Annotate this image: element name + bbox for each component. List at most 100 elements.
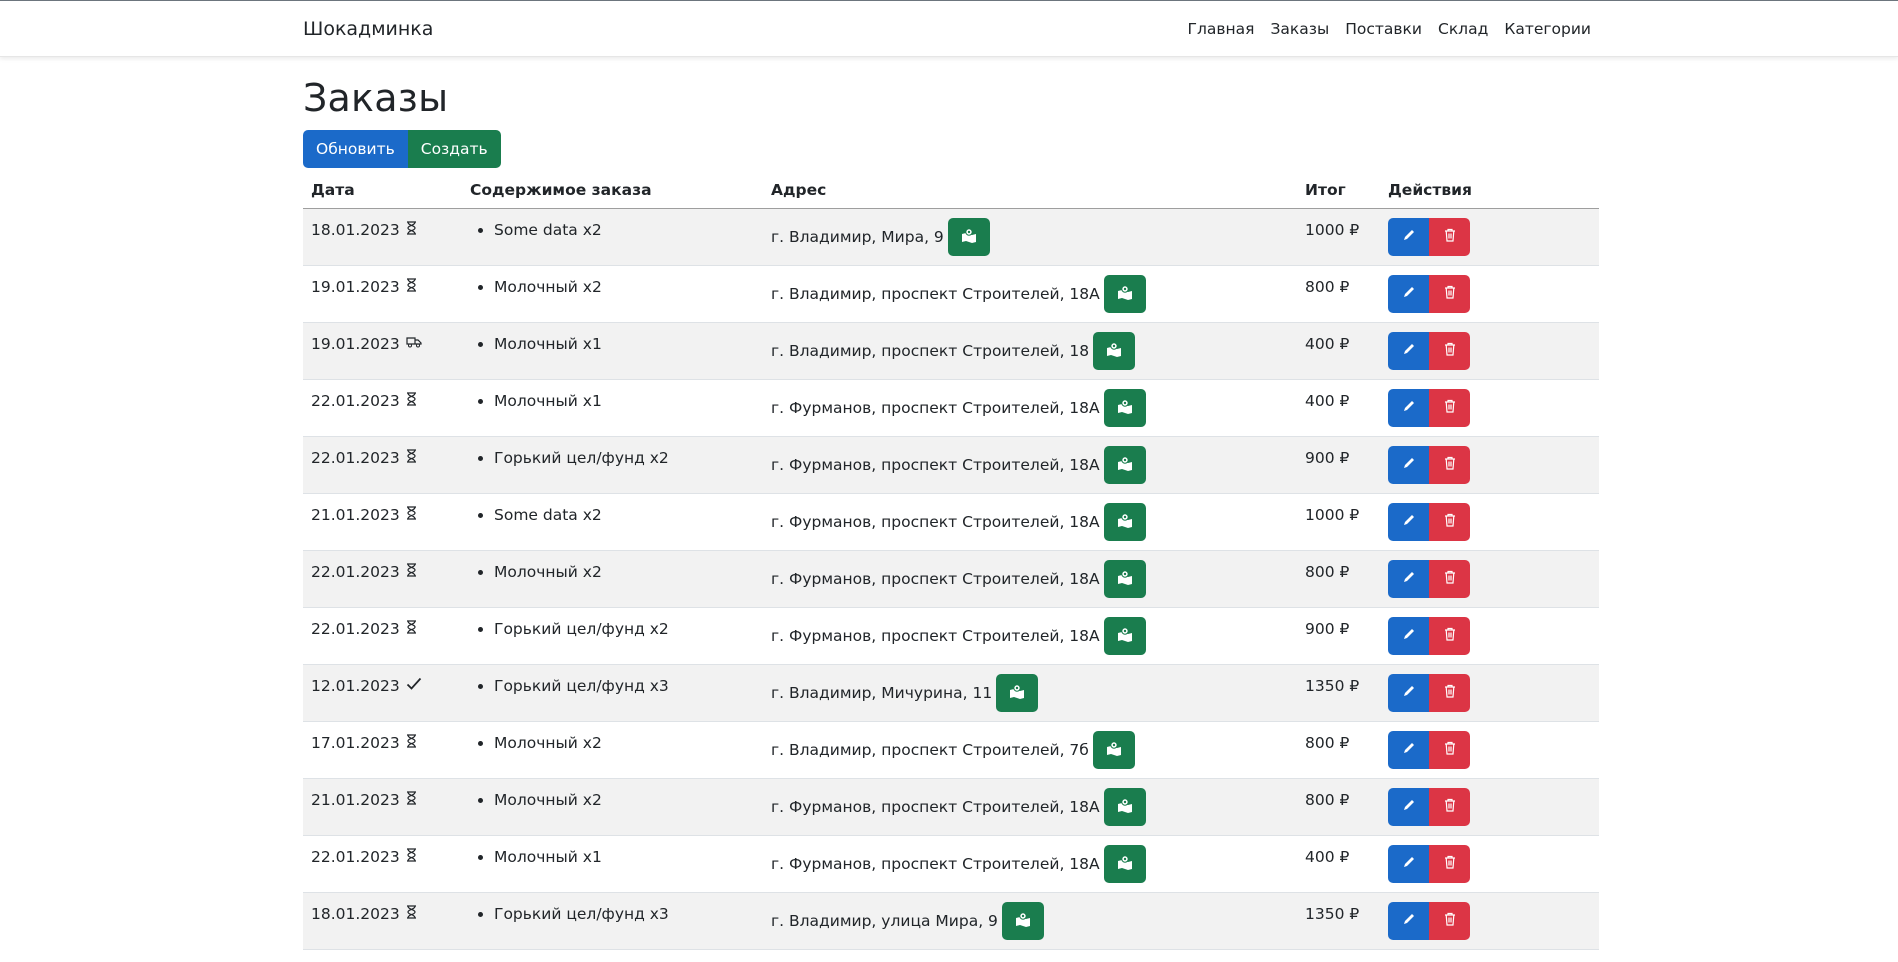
map-button[interactable] (1103, 616, 1146, 655)
delete-button[interactable] (1429, 844, 1470, 883)
edit-button[interactable] (1388, 901, 1429, 940)
order-total: 800 ₽ (1305, 790, 1350, 809)
order-item: Молочный x1 (494, 334, 755, 354)
edit-button[interactable] (1388, 844, 1429, 883)
map-icon (1117, 854, 1133, 873)
trash-icon (1444, 570, 1456, 587)
edit-button[interactable] (1388, 274, 1429, 313)
map-button[interactable] (1103, 445, 1146, 484)
table-row: 19.01.2023 Молочный x2 г. Владимир, проспе… (303, 265, 1599, 323)
map-button[interactable] (1093, 331, 1136, 370)
pencil-icon (1402, 456, 1416, 473)
edit-button[interactable] (1388, 787, 1429, 826)
total-cell: 1000 ₽ (1297, 493, 1380, 551)
order-items-list: Горький цел/фунд x3 (470, 904, 755, 924)
order-items-list: Some data x2 (470, 505, 755, 525)
order-items-list: Горький цел/фунд x3 (470, 676, 755, 696)
trash-icon (1444, 342, 1456, 359)
order-total: 800 ₽ (1305, 733, 1350, 752)
hourglass-icon (406, 506, 417, 524)
header-content: Содержимое заказа (462, 172, 763, 209)
edit-button[interactable] (1388, 502, 1429, 541)
map-icon (1009, 683, 1025, 702)
edit-button[interactable] (1388, 616, 1429, 655)
map-button[interactable] (1103, 559, 1146, 598)
delete-button[interactable] (1429, 787, 1470, 826)
page-title: Заказы (303, 76, 449, 120)
edit-button[interactable] (1388, 331, 1429, 370)
map-button[interactable] (1001, 901, 1044, 940)
date-cell: 22.01.2023 (303, 550, 462, 608)
delete-button[interactable] (1429, 901, 1470, 940)
map-button[interactable] (1103, 502, 1146, 541)
delete-button[interactable] (1429, 217, 1470, 256)
header-address: Адрес (763, 172, 1297, 209)
table-row: 22.01.2023 Молочный x2 г. Фурманов, проспе… (303, 550, 1599, 608)
nav-link-orders[interactable]: Заказы (1270, 20, 1329, 38)
content-cell: Горький цел/фунд x2 (462, 436, 763, 494)
map-button[interactable] (1092, 730, 1135, 769)
actions-cell (1380, 493, 1599, 551)
truck-icon (406, 336, 422, 352)
delete-button[interactable] (1429, 388, 1470, 427)
delete-button[interactable] (1429, 616, 1470, 655)
brand-link[interactable]: Шокадминка (303, 18, 433, 40)
hourglass-icon (406, 905, 417, 923)
edit-button[interactable] (1388, 559, 1429, 598)
pencil-icon (1402, 912, 1416, 929)
edit-button[interactable] (1388, 730, 1429, 769)
address-cell: г. Владимир, Мира, 9 (763, 208, 1297, 266)
nav-links: Главная Заказы Поставки Склад Категории (1188, 20, 1592, 38)
map-button[interactable] (996, 673, 1039, 712)
delete-button[interactable] (1429, 559, 1470, 598)
date-cell: 17.01.2023 (303, 721, 462, 779)
trash-icon (1444, 513, 1456, 530)
map-button[interactable] (1103, 274, 1146, 313)
trash-icon (1444, 399, 1456, 416)
edit-button[interactable] (1388, 388, 1429, 427)
hourglass-icon (406, 848, 417, 866)
trash-icon (1444, 684, 1456, 701)
map-button[interactable] (947, 217, 990, 256)
order-total: 1000 ₽ (1305, 505, 1360, 524)
edit-button[interactable] (1388, 217, 1429, 256)
order-item: Some data x2 (494, 505, 755, 525)
content-cell: Some data x2 (462, 208, 763, 266)
total-cell: 800 ₽ (1297, 721, 1380, 779)
delete-button[interactable] (1429, 331, 1470, 370)
edit-button[interactable] (1388, 673, 1429, 712)
hourglass-icon (406, 734, 417, 752)
delete-button[interactable] (1429, 445, 1470, 484)
actions-cell (1380, 550, 1599, 608)
pencil-icon (1402, 798, 1416, 815)
delete-button[interactable] (1429, 730, 1470, 769)
create-button[interactable]: Создать (407, 130, 501, 168)
table-header-row: Дата Содержимое заказа Адрес Итог Действ… (303, 172, 1599, 209)
map-button[interactable] (1103, 388, 1146, 427)
pencil-icon (1402, 399, 1416, 416)
order-address: г. Фурманов, проспект Строителей, 18А (771, 398, 1100, 417)
address-cell: г. Фурманов, проспект Строителей, 18А (763, 436, 1297, 494)
trash-icon (1444, 228, 1456, 245)
order-address: г. Фурманов, проспект Строителей, 18А (771, 455, 1100, 474)
delete-button[interactable] (1429, 673, 1470, 712)
pencil-icon (1402, 228, 1416, 245)
order-item: Горький цел/фунд x2 (494, 448, 755, 468)
order-address: г. Фурманов, проспект Строителей, 18А (771, 626, 1100, 645)
nav-link-warehouse[interactable]: Склад (1438, 20, 1488, 38)
refresh-button[interactable]: Обновить (303, 130, 408, 168)
nav-link-home[interactable]: Главная (1188, 20, 1255, 38)
order-item: Молочный x2 (494, 562, 755, 582)
delete-button[interactable] (1429, 502, 1470, 541)
nav-link-categories[interactable]: Категории (1504, 20, 1591, 38)
nav-link-supplies[interactable]: Поставки (1345, 20, 1422, 38)
order-item: Молочный x2 (494, 277, 755, 297)
header-actions: Действия (1380, 172, 1599, 209)
order-items-list: Молочный x1 (470, 847, 755, 867)
map-button[interactable] (1103, 787, 1146, 826)
map-button[interactable] (1103, 844, 1146, 883)
order-date: 12.01.2023 (311, 676, 400, 695)
edit-button[interactable] (1388, 445, 1429, 484)
delete-button[interactable] (1429, 274, 1470, 313)
content-cell: Молочный x2 (462, 721, 763, 779)
